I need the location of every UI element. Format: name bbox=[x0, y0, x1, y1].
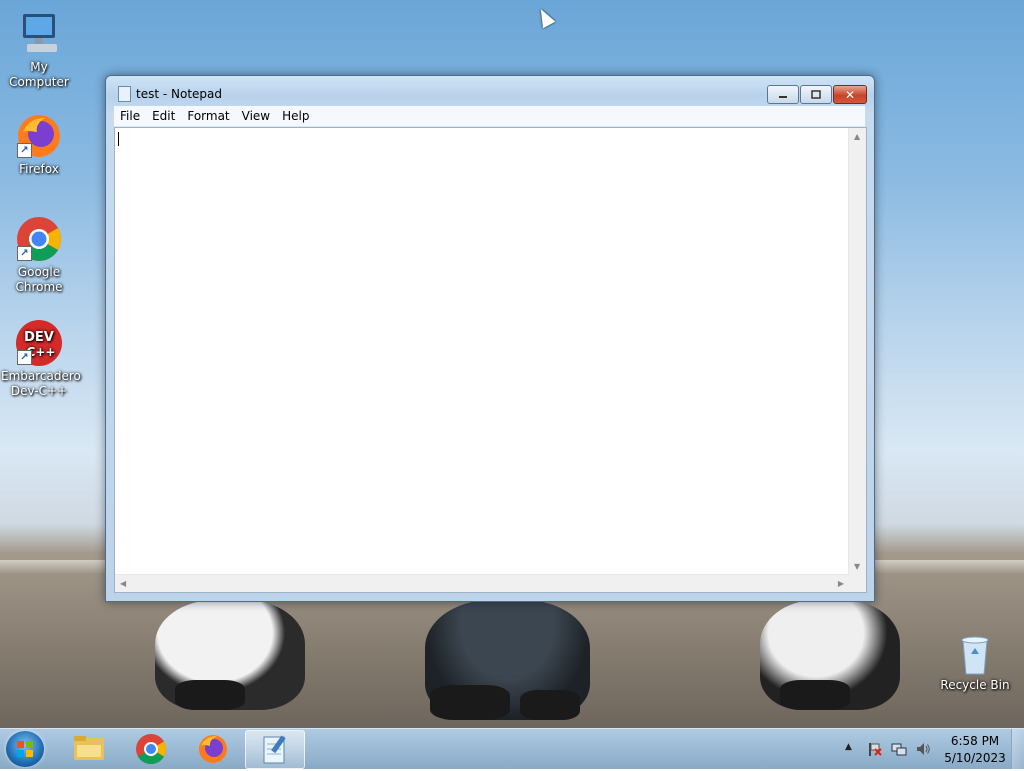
network-icon[interactable] bbox=[891, 741, 907, 757]
system-clock[interactable]: 6:58 PM 5/10/2023 bbox=[940, 733, 1010, 767]
minimize-button[interactable] bbox=[767, 85, 799, 104]
show-desktop-button[interactable] bbox=[1011, 729, 1024, 769]
taskbar-windows-explorer[interactable] bbox=[60, 730, 118, 767]
text-caret bbox=[118, 132, 119, 146]
menu-edit[interactable]: Edit bbox=[146, 106, 181, 123]
action-center-flag-icon[interactable] bbox=[866, 741, 882, 757]
start-button[interactable] bbox=[6, 731, 44, 767]
menu-view[interactable]: View bbox=[236, 106, 276, 123]
close-icon: ✕ bbox=[844, 87, 856, 102]
firefox-icon: ↗ bbox=[15, 112, 63, 160]
clock-time: 6:58 PM bbox=[950, 734, 1000, 748]
scroll-up-arrow-icon[interactable]: ▲ bbox=[854, 132, 860, 141]
wallpaper-penguin-foot bbox=[175, 680, 245, 710]
taskbar-google-chrome[interactable] bbox=[122, 730, 180, 767]
wallpaper-penguin-foot bbox=[520, 690, 580, 720]
horizontal-scrollbar[interactable]: ◀ ▶ bbox=[115, 574, 849, 592]
shortcut-arrow-icon: ↗ bbox=[17, 350, 32, 365]
scroll-left-arrow-icon[interactable]: ◀ bbox=[120, 579, 126, 588]
scroll-down-arrow-icon[interactable]: ▼ bbox=[854, 562, 860, 571]
desktop-icon-label: Firefox bbox=[19, 162, 59, 176]
taskbar: ▲ 6:58 PM 5/10/2023 bbox=[0, 728, 1024, 769]
scroll-right-arrow-icon[interactable]: ▶ bbox=[838, 579, 844, 588]
taskbar-firefox[interactable] bbox=[184, 730, 242, 767]
svg-text:DEV: DEV bbox=[24, 330, 54, 345]
devcpp-icon: DEV C++ ↗ bbox=[15, 319, 63, 367]
desktop-icon-firefox[interactable]: ↗ Firefox bbox=[1, 112, 77, 177]
maximize-icon bbox=[811, 89, 821, 99]
computer-icon bbox=[15, 10, 63, 58]
maximize-button[interactable] bbox=[800, 85, 832, 104]
show-hidden-icons-button[interactable]: ▲ bbox=[845, 742, 852, 752]
desktop-icon-label: Recycle Bin bbox=[940, 678, 1010, 692]
menu-help[interactable]: Help bbox=[276, 106, 315, 123]
close-button[interactable]: ✕ bbox=[833, 85, 867, 104]
window-title: test - Notepad bbox=[136, 87, 222, 101]
desktop-icon-label: Google Chrome bbox=[15, 265, 63, 294]
taskbar-notepad[interactable] bbox=[245, 730, 305, 769]
clock-date: 5/10/2023 bbox=[944, 751, 1006, 765]
desktop-icon-recycle-bin[interactable]: Recycle Bin bbox=[937, 632, 1013, 693]
minimize-icon bbox=[779, 95, 787, 98]
firefox-icon bbox=[199, 735, 227, 763]
volume-icon[interactable] bbox=[915, 741, 931, 757]
desktop-icon-label: My Computer bbox=[9, 60, 69, 89]
chrome-icon: ↗ bbox=[15, 215, 63, 263]
menu-bar: File Edit Format View Help bbox=[114, 106, 865, 127]
shortcut-arrow-icon: ↗ bbox=[17, 246, 32, 261]
recycle-bin-icon bbox=[951, 632, 999, 676]
desktop-icon-dev-cpp[interactable]: DEV C++ ↗ Embarcadero Dev-C++ bbox=[1, 319, 81, 399]
wallpaper-penguin-foot bbox=[780, 680, 850, 710]
folder-icon bbox=[74, 736, 104, 760]
menu-file[interactable]: File bbox=[114, 106, 146, 123]
desktop-icon-label: Embarcadero Dev-C++ bbox=[1, 369, 81, 398]
windows-logo-icon bbox=[17, 741, 33, 757]
desktop-icon-my-computer[interactable]: My Computer bbox=[1, 10, 77, 90]
shortcut-arrow-icon: ↗ bbox=[17, 143, 32, 158]
wallpaper-penguin-foot bbox=[430, 685, 510, 720]
vertical-scrollbar[interactable]: ▲ ▼ bbox=[848, 128, 866, 575]
chrome-icon bbox=[136, 734, 167, 765]
text-editor-area[interactable]: ▲ ▼ ◀ ▶ bbox=[114, 127, 867, 593]
notepad-icon bbox=[118, 86, 131, 102]
desktop-icon-google-chrome[interactable]: ↗ Google Chrome bbox=[1, 215, 77, 295]
notepad-window[interactable]: test - Notepad ✕ File Edit Format View Help … bbox=[105, 75, 875, 602]
notepad-icon bbox=[263, 735, 286, 764]
menu-format[interactable]: Format bbox=[181, 106, 235, 123]
window-titlebar[interactable]: test - Notepad ✕ bbox=[106, 76, 874, 106]
resize-grip-icon[interactable] bbox=[849, 575, 866, 592]
